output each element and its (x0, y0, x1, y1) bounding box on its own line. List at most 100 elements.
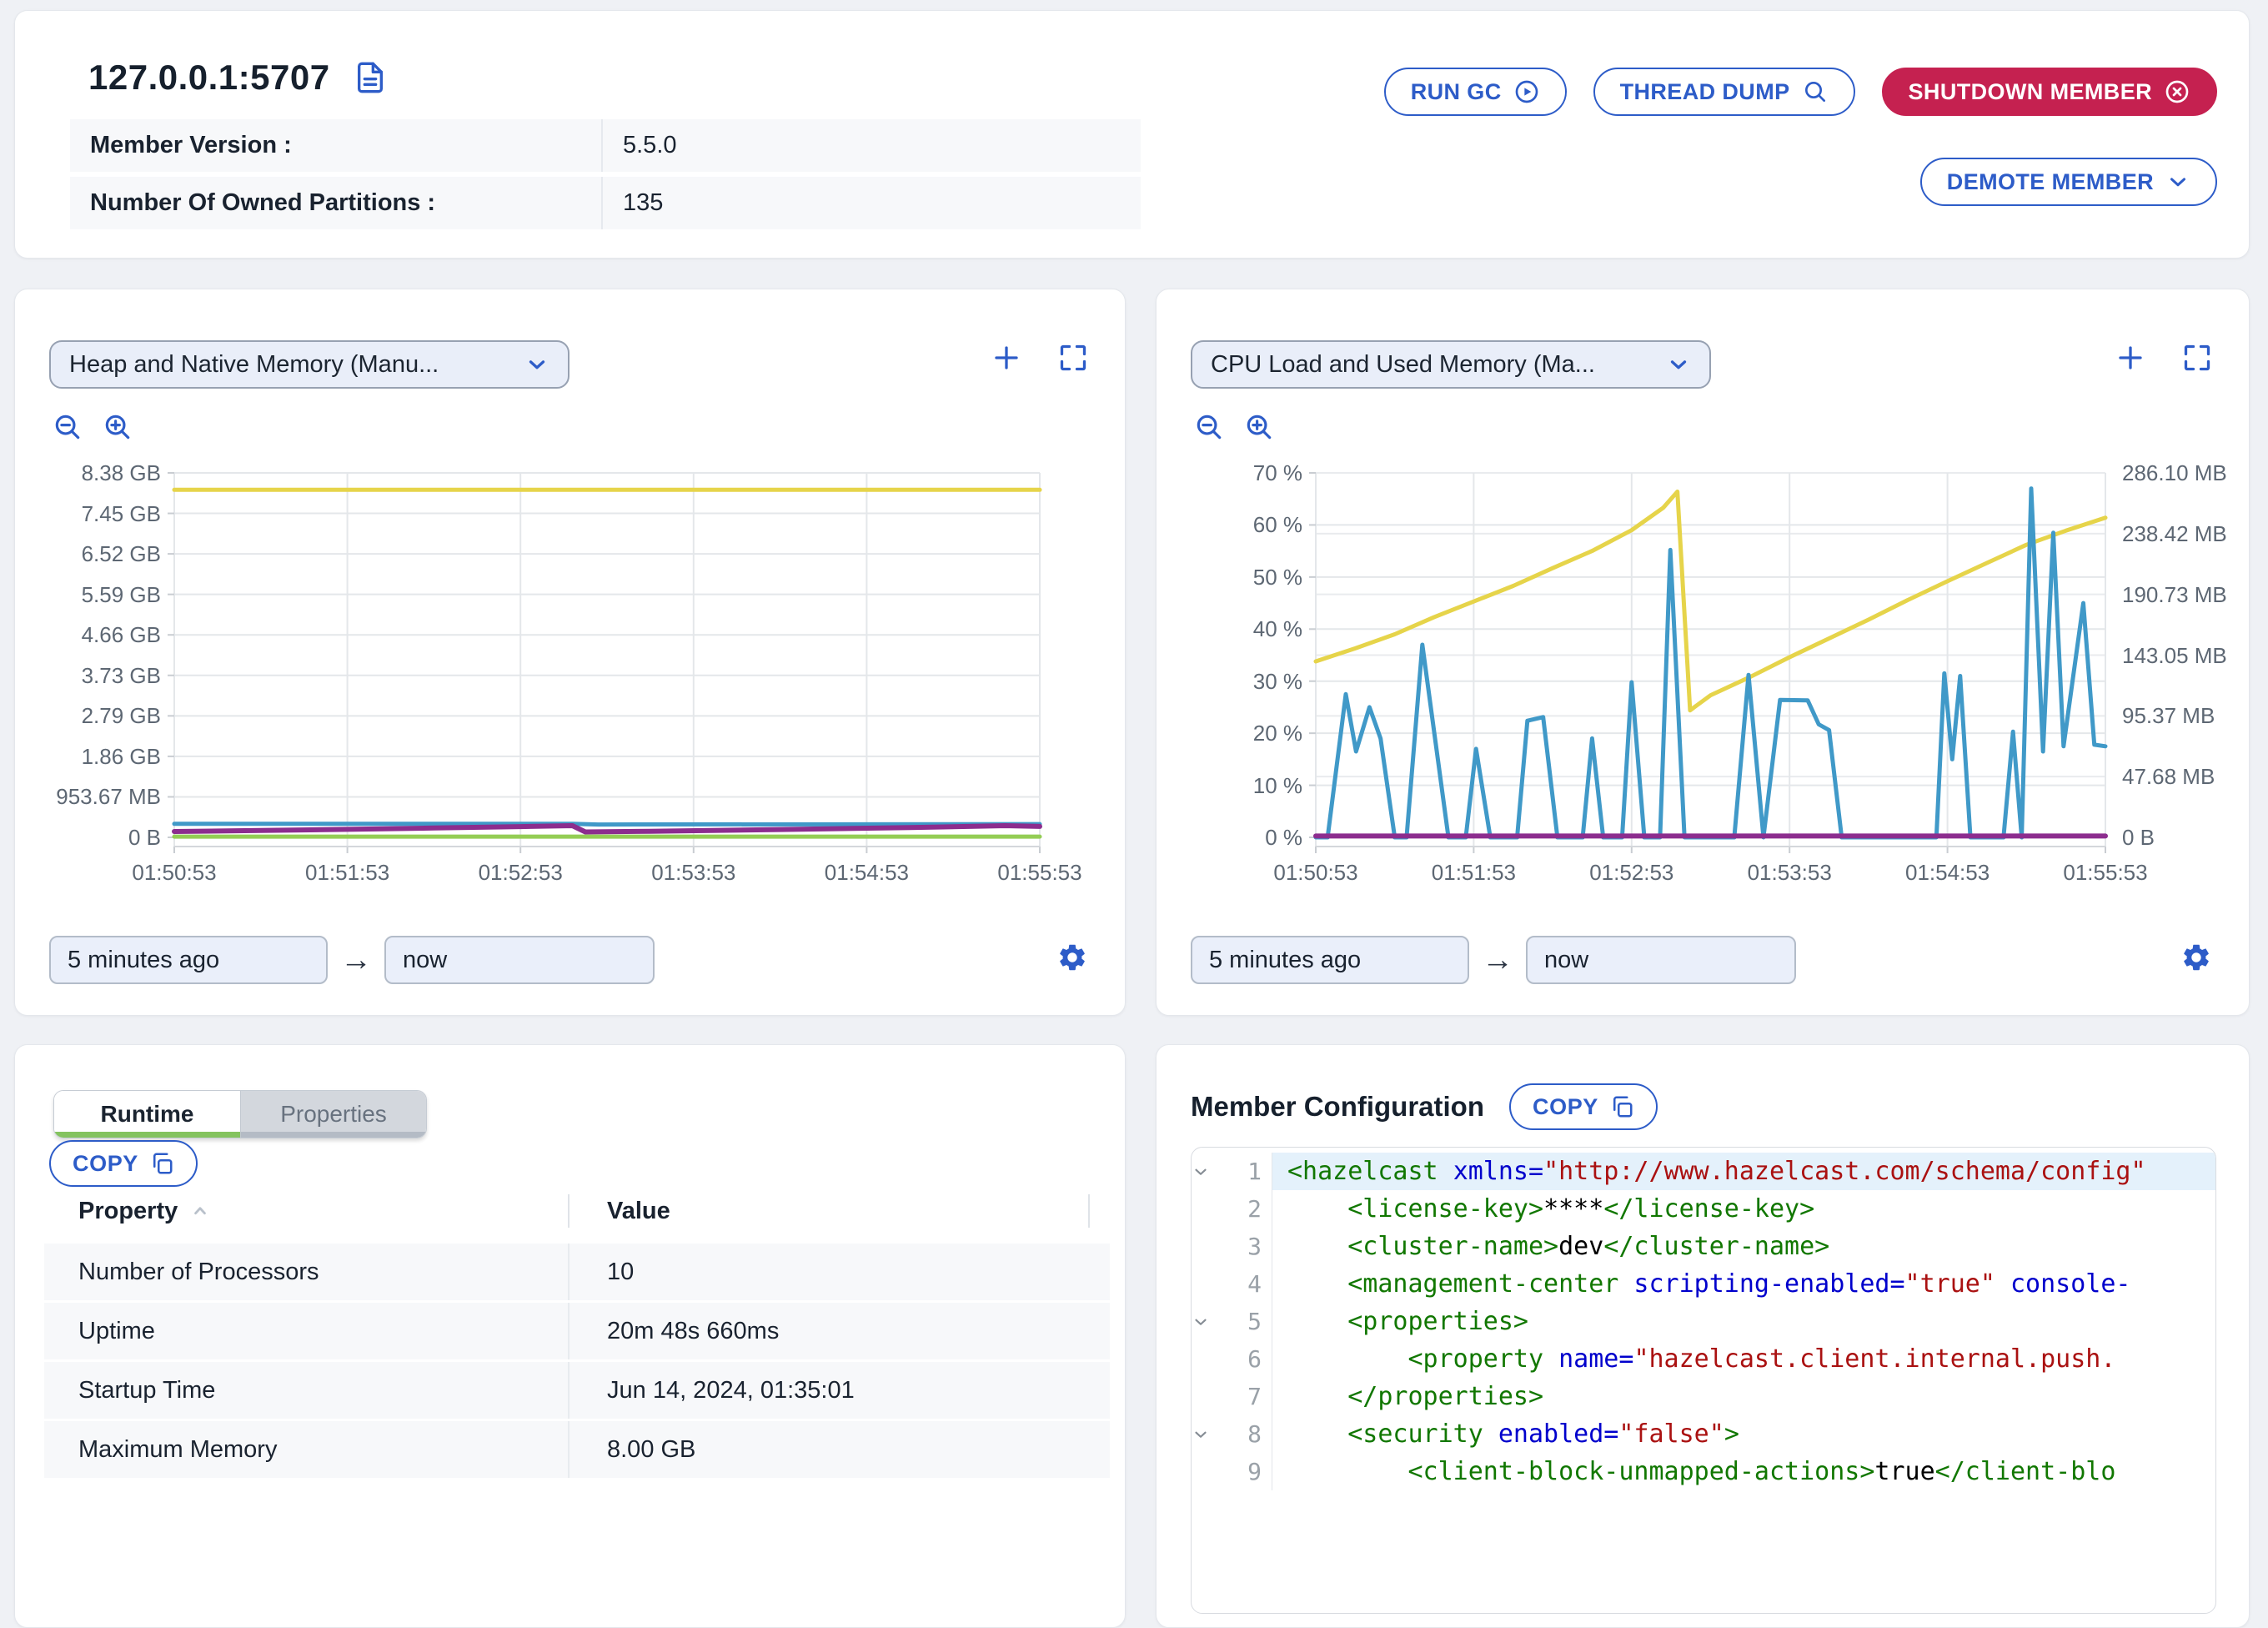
chart-metric-select-value: CPU Load and Used Memory (Ma... (1211, 351, 1595, 379)
page-title: 127.0.0.1:5707 (88, 58, 330, 98)
member-configuration-panel: Member Configuration COPY 1<hazelcast xm… (1156, 1044, 2250, 1628)
fullscreen-icon[interactable] (2182, 343, 2212, 373)
zoom-in-icon[interactable] (1243, 411, 1275, 443)
x-axis-tick: 01:51:53 (1407, 860, 1540, 885)
code-line: 4 <management-center scripting-enabled="… (1192, 1265, 2215, 1303)
member-header-card: 127.0.0.1:5707 Member Version :5.5.0Numb… (14, 10, 2250, 259)
member-title-row: 127.0.0.1:5707 (88, 58, 387, 98)
x-axis-tick: 01:50:53 (1249, 860, 1382, 885)
x-axis-tick: 01:53:53 (1723, 860, 1856, 885)
runtime-table-header: Property Value (44, 1192, 1110, 1230)
column-header-value[interactable]: Value (570, 1194, 1090, 1228)
x-axis-tick: 01:53:53 (627, 860, 760, 885)
code-text: </properties> (1272, 1378, 2215, 1415)
x-axis-tick: 01:54:53 (1881, 860, 2015, 885)
property-cell: Uptime (44, 1303, 570, 1359)
line-number: 1 (1220, 1153, 1272, 1190)
x-axis-tick: 01:50:53 (108, 860, 241, 885)
heap-memory-line-chart[interactable] (174, 473, 1040, 847)
line-number: 9 (1220, 1453, 1272, 1490)
copy-config-button[interactable]: COPY (1509, 1083, 1658, 1130)
gear-icon[interactable] (2180, 942, 2212, 973)
add-chart-icon[interactable] (991, 343, 1021, 373)
y-axis-tick-left: 40 % (1157, 616, 1302, 641)
chart-metric-select[interactable]: Heap and Native Memory (Manu... (49, 340, 570, 389)
runtime-properties-panel: Runtime Properties COPY Property Value N… (14, 1044, 1126, 1628)
code-text: <management-center scripting-enabled="tr… (1272, 1265, 2215, 1303)
y-axis-tick-left: 5.59 GB (15, 582, 161, 607)
y-axis-tick-left: 8.38 GB (15, 460, 161, 485)
line-number: 5 (1220, 1303, 1272, 1340)
y-axis-tick-left: 6.52 GB (15, 541, 161, 566)
column-label: Value (607, 1198, 670, 1225)
property-cell: Startup Time (44, 1362, 570, 1419)
arrow-right-icon: → (1482, 942, 1513, 978)
y-axis-tick-right: 0 B (2122, 825, 2155, 850)
line-number: 2 (1220, 1190, 1272, 1228)
code-line: 2 <license-key>****</license-key> (1192, 1190, 2215, 1228)
member-info-table: Member Version :5.5.0Number Of Owned Par… (70, 114, 1141, 229)
zoom-in-icon[interactable] (102, 411, 133, 443)
document-copy-icon[interactable] (354, 59, 387, 96)
fold-chevron-icon[interactable] (1192, 1313, 1220, 1331)
info-value: 5.5.0 (603, 119, 677, 172)
table-row: Number of Processors10 (44, 1244, 1110, 1300)
member-configuration-title: Member Configuration (1191, 1091, 1484, 1123)
tab-properties[interactable]: Properties (240, 1091, 426, 1138)
property-cell: Maximum Memory (44, 1421, 570, 1478)
run-gc-button[interactable]: RUN GC (1384, 68, 1567, 116)
cpu-memory-chart-panel: CPU Load and Used Memory (Ma... → 70 %60… (1156, 289, 2250, 1016)
code-line: 5 <properties> (1192, 1303, 2215, 1340)
time-from-input[interactable] (49, 936, 328, 984)
demote-member-button[interactable]: DEMOTE MEMBER (1920, 158, 2217, 206)
y-axis-tick-right: 286.10 MB (2122, 460, 2227, 485)
x-axis-tick: 01:54:53 (800, 860, 933, 885)
run-gc-label: RUN GC (1411, 79, 1502, 105)
copy-label: COPY (73, 1151, 138, 1177)
y-axis-tick-left: 20 % (1157, 721, 1302, 746)
table-row: Uptime20m 48s 660ms (44, 1303, 1110, 1359)
code-line: 9 <client-block-unmapped-actions>true</c… (1192, 1453, 2215, 1490)
zoom-out-icon[interactable] (1193, 411, 1225, 443)
value-cell: 10 (570, 1244, 1110, 1300)
tab-runtime[interactable]: Runtime (54, 1091, 240, 1138)
series-used-memory (174, 826, 1040, 832)
code-line: 6 <property name="hazelcast.client.inter… (1192, 1340, 2215, 1378)
series-committed-heap (174, 824, 1040, 825)
config-xml-editor[interactable]: 1<hazelcast xmlns="http://www.hazelcast.… (1191, 1147, 2216, 1614)
cpu-memory-line-chart[interactable] (1316, 473, 2105, 847)
time-from-input[interactable] (1191, 936, 1469, 984)
runtime-tabs: Runtime Properties (53, 1090, 427, 1138)
shutdown-member-button[interactable]: SHUTDOWN MEMBER (1882, 68, 2217, 116)
fold-chevron-icon[interactable] (1192, 1163, 1220, 1181)
code-text: <hazelcast xmlns="http://www.hazelcast.c… (1272, 1153, 2215, 1190)
fold-chevron-icon[interactable] (1192, 1425, 1220, 1444)
thread-dump-button[interactable]: THREAD DUMP (1593, 68, 1855, 116)
copy-runtime-button[interactable]: COPY (49, 1140, 198, 1187)
y-axis-tick-left: 0 % (1157, 825, 1302, 850)
code-text: <property name="hazelcast.client.interna… (1272, 1340, 2215, 1378)
table-row: Startup TimeJun 14, 2024, 01:35:01 (44, 1362, 1110, 1419)
y-axis-tick-left: 7.45 GB (15, 501, 161, 526)
table-row: Maximum Memory8.00 GB (44, 1421, 1110, 1478)
column-label: Property (78, 1198, 178, 1225)
property-cell: Number of Processors (44, 1244, 570, 1300)
gear-icon[interactable] (1056, 942, 1088, 973)
line-number: 6 (1220, 1340, 1272, 1378)
info-row: Member Version :5.5.0 (70, 119, 1141, 172)
fullscreen-icon[interactable] (1058, 343, 1088, 373)
code-line: 8 <security enabled="false"> (1192, 1415, 2215, 1453)
y-axis-tick-right: 95.37 MB (2122, 703, 2215, 728)
column-header-property[interactable]: Property (44, 1194, 570, 1228)
time-to-input[interactable] (384, 936, 655, 984)
code-text: <cluster-name>dev</cluster-name> (1272, 1228, 2215, 1265)
x-axis-tick: 01:51:53 (281, 860, 414, 885)
chart-metric-select-value: Heap and Native Memory (Manu... (69, 351, 439, 379)
chart-metric-select[interactable]: CPU Load and Used Memory (Ma... (1191, 340, 1711, 389)
time-to-input[interactable] (1526, 936, 1796, 984)
y-axis-tick-left: 70 % (1157, 460, 1302, 485)
code-text: <properties> (1272, 1303, 2215, 1340)
zoom-out-icon[interactable] (52, 411, 83, 443)
add-chart-icon[interactable] (2115, 343, 2145, 373)
y-axis-tick-left: 10 % (1157, 773, 1302, 798)
